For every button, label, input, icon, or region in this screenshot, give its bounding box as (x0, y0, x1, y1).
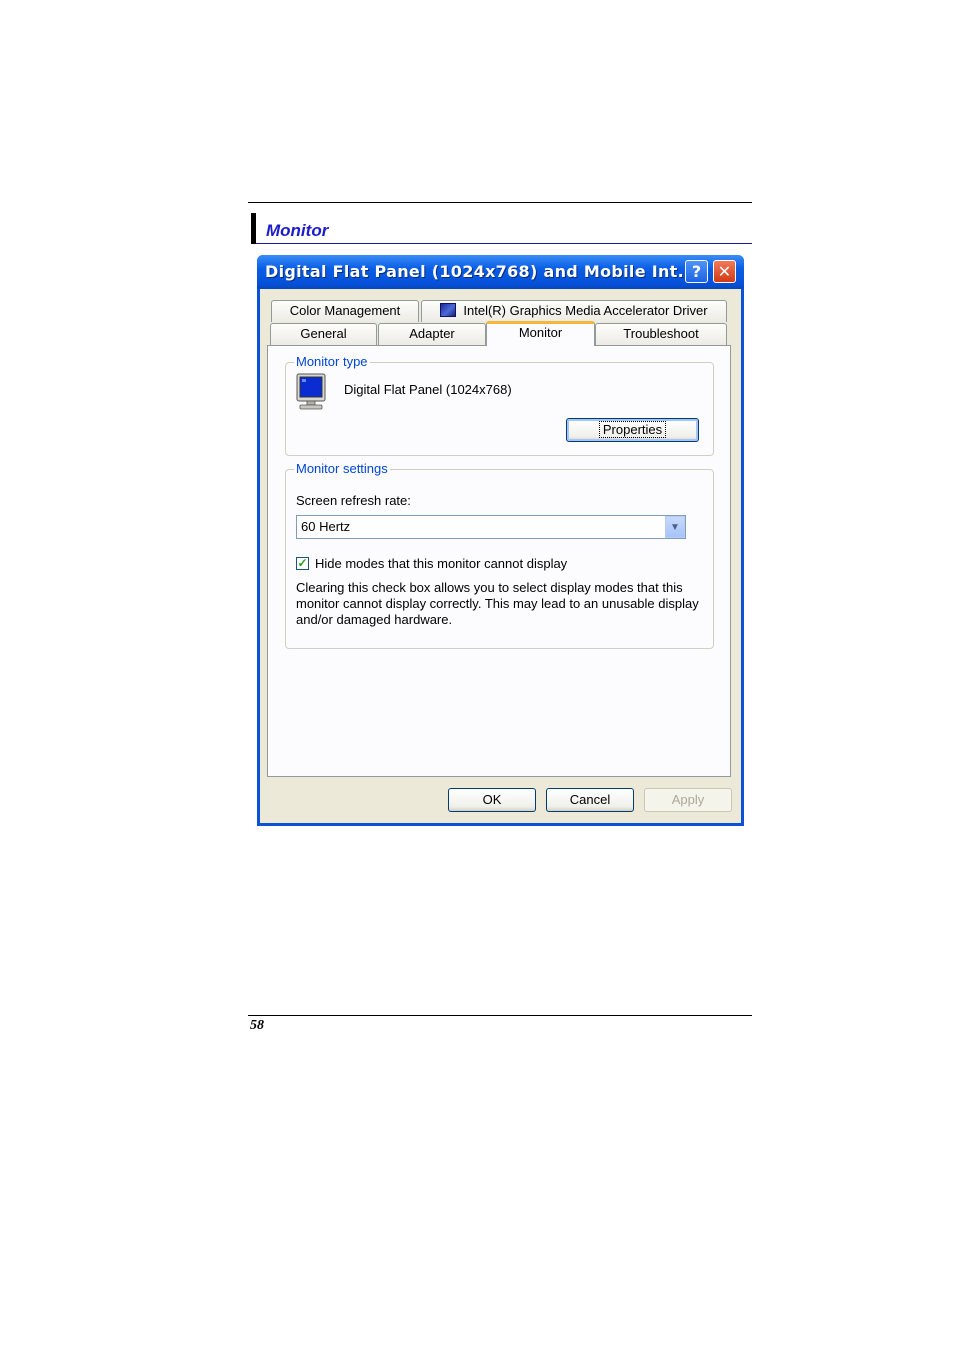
refresh-rate-label: Screen refresh rate: (296, 493, 411, 508)
apply-button-label: Apply (671, 792, 705, 807)
tab-general[interactable]: General (270, 323, 377, 345)
section-title: Monitor (266, 221, 329, 240)
tab-monitor[interactable]: Monitor (486, 321, 595, 346)
help-icon: ? (691, 262, 702, 281)
title-bar[interactable]: Digital Flat Panel (1024x768) and Mobile… (257, 255, 744, 289)
tab-label: Intel(R) Graphics Media Accelerator Driv… (463, 303, 708, 318)
monitor-icon (296, 373, 326, 410)
tab-label: Troubleshoot (623, 326, 699, 341)
ok-button[interactable]: OK (448, 788, 536, 812)
monitor-settings-group: Monitor settings Screen refresh rate: 60… (285, 461, 714, 649)
group-label: Monitor settings (294, 461, 390, 477)
chevron-down-icon[interactable]: ▼ (665, 516, 685, 538)
ok-button-label: OK (482, 792, 502, 807)
intel-graphics-icon (440, 303, 457, 317)
monitor-type-group: Monitor type Digital Flat Panel (1024x76… (285, 354, 714, 456)
tab-intel-graphics-driver[interactable]: Intel(R) Graphics Media Accelerator Driv… (421, 300, 727, 322)
help-button[interactable]: ? (685, 260, 708, 283)
section-underline (256, 243, 752, 244)
display-properties-dialog: Digital Flat Panel (1024x768) and Mobile… (257, 255, 744, 826)
section-marker-bar (251, 213, 256, 244)
tab-label: Color Management (289, 303, 401, 318)
close-icon: ✕ (717, 262, 732, 281)
cancel-button[interactable]: Cancel (546, 788, 634, 812)
bottom-rule (248, 1015, 752, 1016)
refresh-rate-value: 60 Hertz (301, 519, 351, 534)
monitor-name: Digital Flat Panel (1024x768) (344, 382, 512, 397)
refresh-rate-select[interactable]: 60 Hertz ▼ (296, 515, 686, 539)
properties-button[interactable]: Properties (566, 418, 699, 442)
close-button[interactable]: ✕ (713, 260, 736, 283)
tab-label: General (300, 326, 347, 341)
tab-color-management[interactable]: Color Management (271, 300, 419, 322)
apply-button[interactable]: Apply (644, 788, 732, 812)
properties-button-label: Properties (598, 421, 667, 438)
tab-troubleshoot[interactable]: Troubleshoot (595, 323, 727, 345)
group-label: Monitor type (294, 354, 370, 370)
hide-modes-checkbox[interactable]: ✓ (296, 557, 309, 570)
hide-modes-description: Clearing this check box allows you to se… (296, 580, 699, 627)
tab-label: Monitor (518, 325, 563, 340)
window-title: Digital Flat Panel (1024x768) and Mobile… (265, 262, 697, 281)
top-rule (248, 202, 752, 203)
tab-label: Adapter (409, 326, 455, 341)
tab-adapter[interactable]: Adapter (378, 323, 486, 345)
dialog-client-area: Color Management Intel(R) Graphics Media… (260, 289, 741, 823)
cancel-button-label: Cancel (569, 792, 611, 807)
page-number: 58 (250, 1018, 264, 1033)
tab-panel: Monitor type Digital Flat Panel (1024x76… (267, 345, 731, 777)
hide-modes-label[interactable]: Hide modes that this monitor cannot disp… (315, 556, 567, 571)
